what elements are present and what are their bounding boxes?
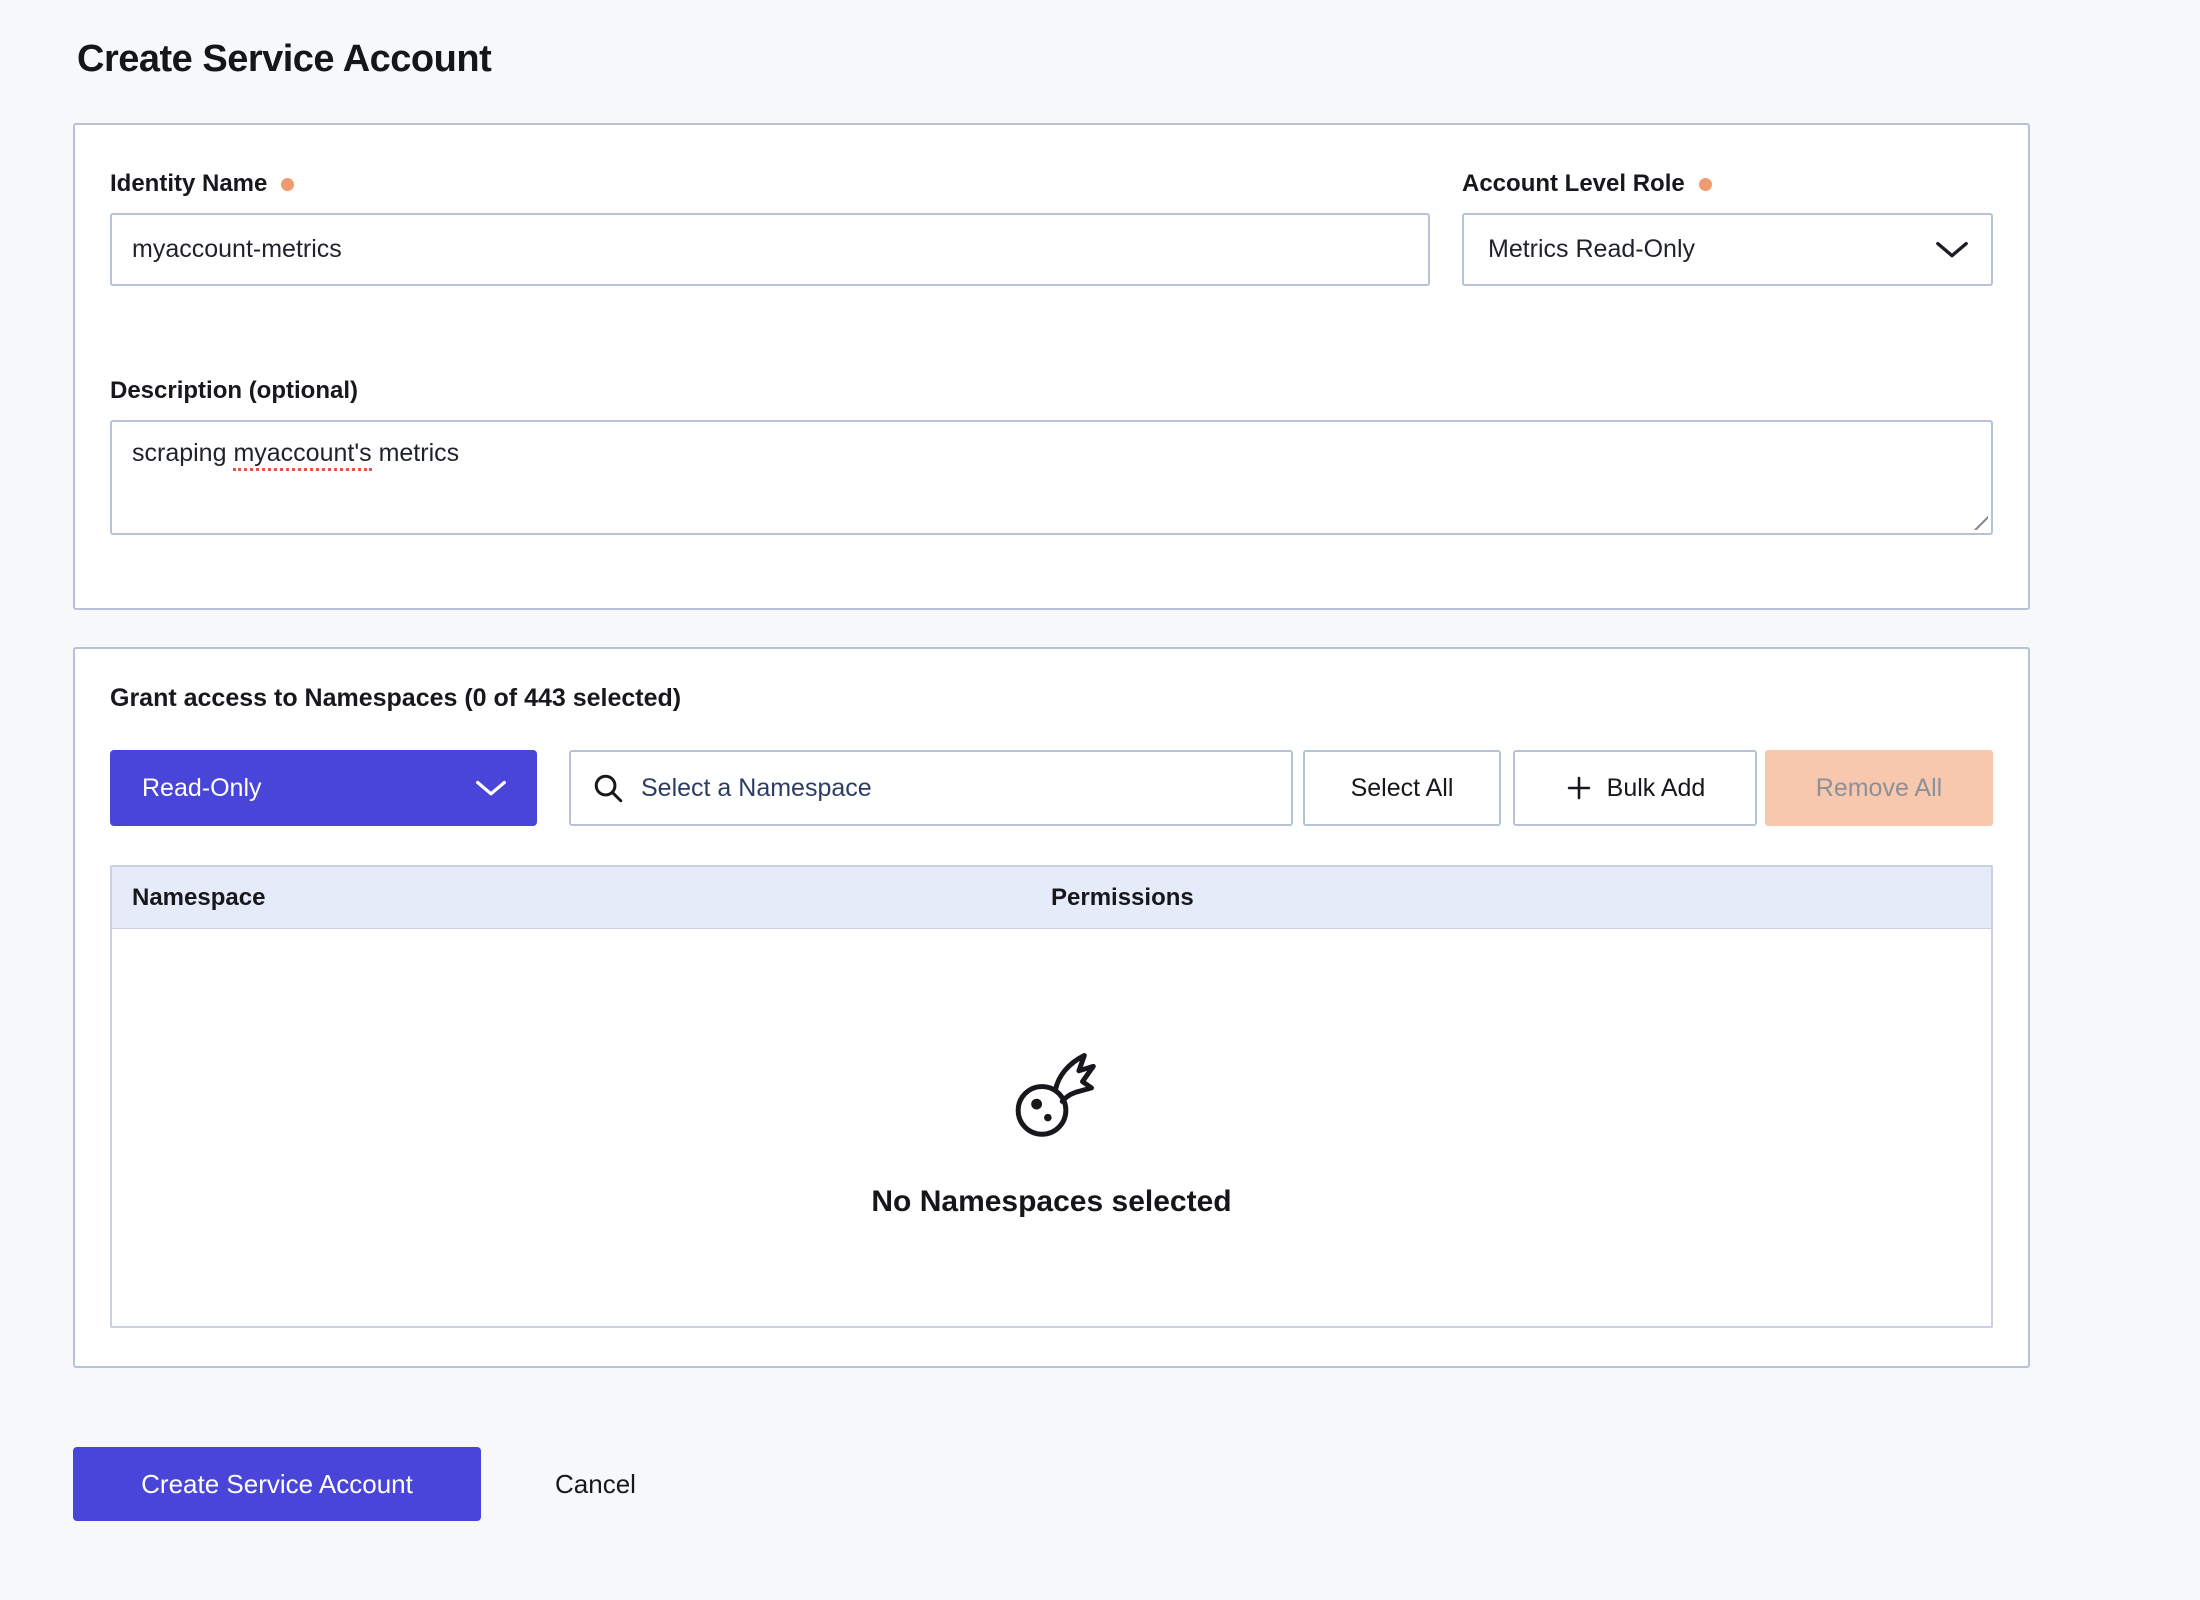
description-text-after: metrics xyxy=(372,439,460,467)
chevron-down-icon xyxy=(1935,241,1969,259)
permission-role-dropdown[interactable]: Read-Only xyxy=(110,750,537,826)
description-text-before: scraping xyxy=(132,439,233,467)
column-header-namespace: Namespace xyxy=(112,884,1051,912)
namespace-search[interactable] xyxy=(569,750,1293,826)
permission-role-value: Read-Only xyxy=(142,774,262,803)
required-dot xyxy=(281,178,294,191)
namespaces-table: Namespace Permissions xyxy=(110,865,1993,1328)
namespaces-toolbar: Read-Only Select All Bulk Add xyxy=(110,750,1993,826)
identity-card: Identity Name Account Level Role Metrics… xyxy=(73,123,2030,610)
create-service-account-button[interactable]: Create Service Account xyxy=(73,1447,481,1521)
grant-access-header: Grant access to Namespaces (0 of 443 sel… xyxy=(110,683,1993,713)
description-label-row: Description (optional) xyxy=(110,376,1993,406)
namespace-search-input[interactable] xyxy=(639,773,1275,804)
cancel-button[interactable]: Cancel xyxy=(549,1468,642,1501)
description-text-misspelled: myaccount's xyxy=(233,439,371,471)
column-header-permissions: Permissions xyxy=(1051,884,1991,912)
empty-state: No Namespaces selected xyxy=(871,1051,1231,1219)
account-level-role-label-row: Account Level Role xyxy=(1462,169,1993,199)
account-level-role-value: Metrics Read-Only xyxy=(1488,235,1695,264)
bulk-add-button[interactable]: Bulk Add xyxy=(1513,750,1757,826)
page-title: Create Service Account xyxy=(77,36,2200,82)
textarea-resize-handle[interactable] xyxy=(1971,513,1988,530)
account-level-role-label: Account Level Role xyxy=(1462,169,1685,199)
select-all-button[interactable]: Select All xyxy=(1303,750,1501,826)
description-label: Description (optional) xyxy=(110,376,358,406)
comet-icon xyxy=(1006,1051,1096,1141)
namespaces-card: Grant access to Namespaces (0 of 443 sel… xyxy=(73,647,2030,1368)
search-icon xyxy=(591,771,625,805)
create-service-account-page: Create Service Account Identity Name Acc… xyxy=(0,0,2200,1521)
remove-all-button[interactable]: Remove All xyxy=(1765,750,1993,826)
identity-name-label: Identity Name xyxy=(110,169,267,199)
footer-actions: Create Service Account Cancel xyxy=(73,1447,2200,1521)
empty-state-text: No Namespaces selected xyxy=(871,1185,1231,1219)
account-level-role-select[interactable]: Metrics Read-Only xyxy=(1462,213,1993,286)
identity-name-input[interactable] xyxy=(110,213,1430,286)
required-dot xyxy=(1699,178,1712,191)
namespaces-table-header: Namespace Permissions xyxy=(112,867,1991,929)
identity-name-label-row: Identity Name xyxy=(110,169,1430,199)
namespaces-table-body: No Namespaces selected xyxy=(112,929,1991,1326)
description-textarea[interactable]: scraping myaccount's metrics xyxy=(110,420,1993,535)
plus-icon xyxy=(1565,774,1593,802)
chevron-down-icon xyxy=(475,780,507,797)
